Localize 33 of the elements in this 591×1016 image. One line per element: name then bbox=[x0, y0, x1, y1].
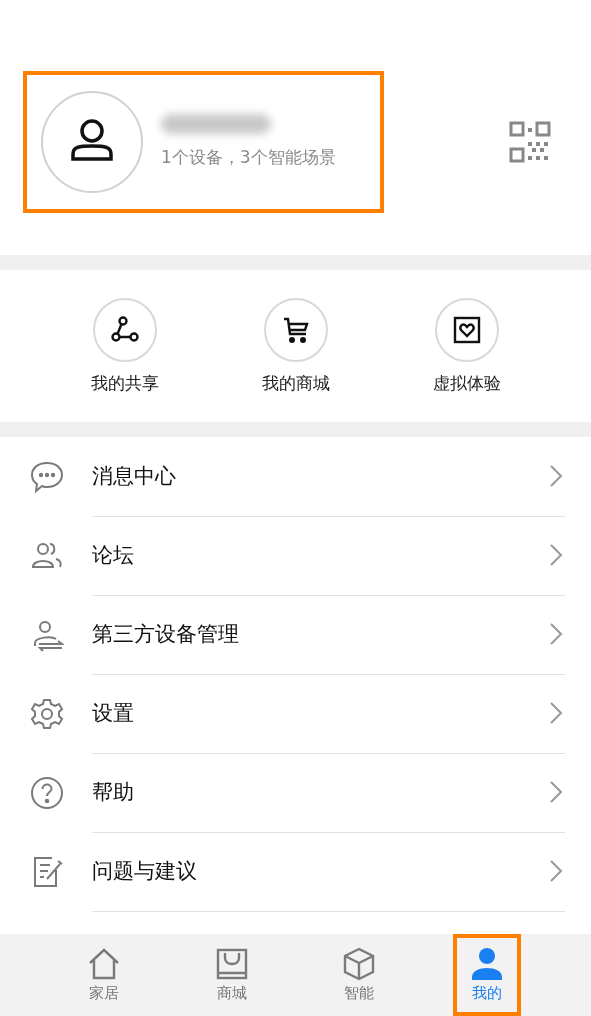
menu-item[interactable]: 第三方设备管理 bbox=[92, 620, 239, 648]
shortcut-label[interactable]: 我的商城 bbox=[261, 371, 330, 395]
tab[interactable]: 我的 bbox=[453, 934, 522, 1016]
chevron-right-icon bbox=[549, 780, 563, 804]
chevron-right-icon bbox=[549, 859, 563, 883]
chevron-right-icon bbox=[549, 464, 563, 488]
help-icon bbox=[30, 775, 64, 810]
profile-summary: 1个设备，3个智能场景 bbox=[161, 146, 336, 169]
shortcut-label[interactable]: 虚拟体验 bbox=[432, 371, 501, 395]
shortcut-button[interactable] bbox=[263, 297, 328, 362]
heart-frame-icon bbox=[451, 314, 482, 345]
menu-item[interactable]: 论坛 bbox=[92, 541, 134, 569]
cube-icon bbox=[342, 947, 377, 981]
shortcut-button[interactable] bbox=[434, 297, 499, 362]
tab[interactable]: 智能 bbox=[325, 934, 394, 1016]
menu-item[interactable]: 设置 bbox=[92, 699, 134, 727]
menu-item[interactable]: 消息中心 bbox=[92, 462, 176, 490]
share-icon bbox=[109, 314, 140, 345]
qr-code-icon[interactable] bbox=[509, 120, 551, 163]
profile-card[interactable]: 1个设备，3个智能场景 bbox=[23, 70, 384, 213]
menu-item[interactable]: 问题与建议 bbox=[92, 857, 197, 885]
tab[interactable]: 商城 bbox=[197, 934, 266, 1016]
chevron-right-icon bbox=[549, 622, 563, 646]
shopping-bag-icon bbox=[214, 947, 249, 981]
chat-bubble-icon bbox=[30, 459, 64, 494]
settings-icon bbox=[30, 696, 64, 731]
shortcut-button[interactable] bbox=[92, 297, 157, 362]
person-icon bbox=[470, 947, 505, 981]
menu-item[interactable]: 帮助 bbox=[92, 778, 134, 806]
chevron-right-icon bbox=[549, 701, 563, 725]
chevron-right-icon bbox=[549, 543, 563, 567]
tab[interactable]: 家居 bbox=[69, 934, 138, 1016]
shortcut-label[interactable]: 我的共享 bbox=[90, 371, 159, 395]
